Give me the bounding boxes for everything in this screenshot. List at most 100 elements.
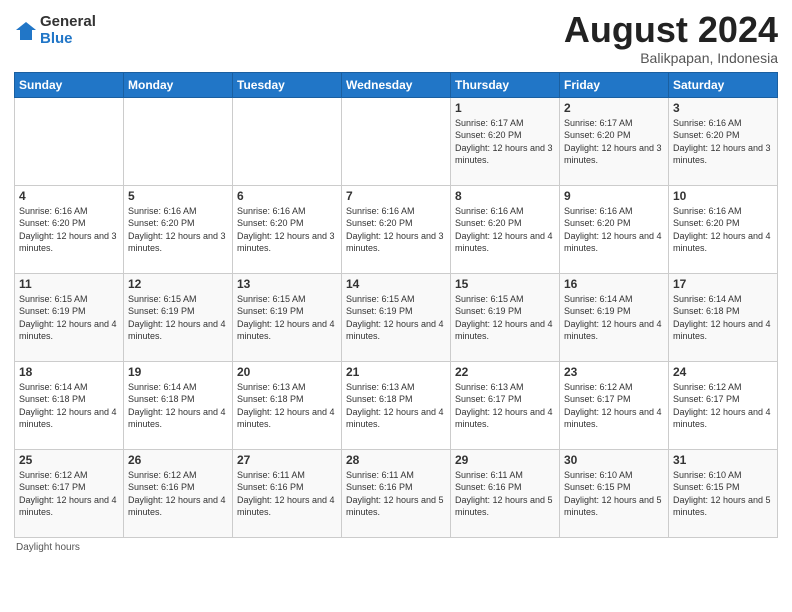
day-info: Sunrise: 6:12 AM Sunset: 6:17 PM Dayligh… xyxy=(564,381,664,431)
calendar-cell xyxy=(124,97,233,185)
calendar-cell: 9Sunrise: 6:16 AM Sunset: 6:20 PM Daylig… xyxy=(560,185,669,273)
day-number: 12 xyxy=(128,277,228,291)
calendar-week-5: 25Sunrise: 6:12 AM Sunset: 6:17 PM Dayli… xyxy=(15,449,778,537)
calendar-cell: 5 Sunrise: 6:16 AM Sunset: 6:20 PM Daylig… xyxy=(124,185,233,273)
day-info: Sunrise: 6:16 AM Sunset: 6:20 PM Dayligh… xyxy=(455,205,555,255)
calendar-cell: 17Sunrise: 6:14 AM Sunset: 6:18 PM Dayli… xyxy=(669,273,778,361)
day-number: 10 xyxy=(673,189,773,203)
calendar-cell: 25Sunrise: 6:12 AM Sunset: 6:17 PM Dayli… xyxy=(15,449,124,537)
day-info: Sunrise: 6:11 AM Sunset: 6:16 PM Dayligh… xyxy=(237,469,337,519)
calendar-header: SundayMondayTuesdayWednesdayThursdayFrid… xyxy=(15,72,778,97)
day-number: 13 xyxy=(237,277,337,291)
calendar-cell: 20 Sunrise: 6:13 AM Sunset: 6:18 PM Dayli… xyxy=(233,361,342,449)
calendar-cell: 11Sunrise: 6:15 AM Sunset: 6:19 PM Dayli… xyxy=(15,273,124,361)
calendar-cell: 16 Sunrise: 6:14 AM Sunset: 6:19 PM Dayli… xyxy=(560,273,669,361)
day-info: Sunrise: 6:17 AM Sunset: 6:20 PM Dayligh… xyxy=(564,117,664,167)
calendar-week-4: 18 Sunrise: 6:14 AM Sunset: 6:18 PM Dayli… xyxy=(15,361,778,449)
calendar-cell: 14Sunrise: 6:15 AM Sunset: 6:19 PM Dayli… xyxy=(342,273,451,361)
day-info: Sunrise: 6:16 AM Sunset: 6:20 PM Dayligh… xyxy=(346,205,446,255)
day-number: 23 xyxy=(564,365,664,379)
day-info: Sunrise: 6:11 AM Sunset: 6:16 PM Dayligh… xyxy=(455,469,555,519)
day-info: Sunrise: 6:16 AM Sunset: 6:20 PM Dayligh… xyxy=(237,205,337,255)
calendar-cell: 18 Sunrise: 6:14 AM Sunset: 6:18 PM Dayli… xyxy=(15,361,124,449)
calendar-cell xyxy=(15,97,124,185)
calendar-cell: 21Sunrise: 6:13 AM Sunset: 6:18 PM Dayli… xyxy=(342,361,451,449)
day-info: Sunrise: 6:15 AM Sunset: 6:19 PM Dayligh… xyxy=(128,293,228,343)
day-info: Sunrise: 6:12 AM Sunset: 6:17 PM Dayligh… xyxy=(673,381,773,431)
header-day-thursday: Thursday xyxy=(451,72,560,97)
day-info: Sunrise: 6:16 AM Sunset: 6:20 PM Dayligh… xyxy=(673,117,773,167)
day-number: 6 xyxy=(237,189,337,203)
header: General Blue August 2024 Balikpapan, Ind… xyxy=(14,10,778,66)
title-area: August 2024 Balikpapan, Indonesia xyxy=(564,10,778,66)
day-number: 27 xyxy=(237,453,337,467)
calendar-cell: 13 Sunrise: 6:15 AM Sunset: 6:19 PM Dayli… xyxy=(233,273,342,361)
page: General Blue August 2024 Balikpapan, Ind… xyxy=(0,0,792,612)
day-number: 19 xyxy=(128,365,228,379)
day-info: Sunrise: 6:16 AM Sunset: 6:20 PM Dayligh… xyxy=(564,205,664,255)
calendar-cell: 2 Sunrise: 6:17 AM Sunset: 6:20 PM Daylig… xyxy=(560,97,669,185)
day-number: 2 xyxy=(564,101,664,115)
day-number: 20 xyxy=(237,365,337,379)
calendar-week-2: 4 Sunrise: 6:16 AM Sunset: 6:20 PM Daylig… xyxy=(15,185,778,273)
day-number: 30 xyxy=(564,453,664,467)
header-day-saturday: Saturday xyxy=(669,72,778,97)
header-day-sunday: Sunday xyxy=(15,72,124,97)
calendar-cell: 30Sunrise: 6:10 AM Sunset: 6:15 PM Dayli… xyxy=(560,449,669,537)
day-info: Sunrise: 6:14 AM Sunset: 6:19 PM Dayligh… xyxy=(564,293,664,343)
header-day-tuesday: Tuesday xyxy=(233,72,342,97)
header-day-wednesday: Wednesday xyxy=(342,72,451,97)
day-info: Sunrise: 6:16 AM Sunset: 6:20 PM Dayligh… xyxy=(19,205,119,255)
day-number: 24 xyxy=(673,365,773,379)
day-info: Sunrise: 6:16 AM Sunset: 6:20 PM Dayligh… xyxy=(673,205,773,255)
day-info: Sunrise: 6:14 AM Sunset: 6:18 PM Dayligh… xyxy=(673,293,773,343)
calendar-cell: 3 Sunrise: 6:16 AM Sunset: 6:20 PM Daylig… xyxy=(669,97,778,185)
header-row: SundayMondayTuesdayWednesdayThursdayFrid… xyxy=(15,72,778,97)
day-number: 4 xyxy=(19,189,119,203)
day-info: Sunrise: 6:16 AM Sunset: 6:20 PM Dayligh… xyxy=(128,205,228,255)
calendar-cell: 12 Sunrise: 6:15 AM Sunset: 6:19 PM Dayli… xyxy=(124,273,233,361)
day-number: 21 xyxy=(346,365,446,379)
day-number: 25 xyxy=(19,453,119,467)
calendar-cell: 8 Sunrise: 6:16 AM Sunset: 6:20 PM Daylig… xyxy=(451,185,560,273)
header-day-monday: Monday xyxy=(124,72,233,97)
day-info: Sunrise: 6:14 AM Sunset: 6:18 PM Dayligh… xyxy=(19,381,119,431)
logo-general: General xyxy=(40,14,96,31)
day-info: Sunrise: 6:13 AM Sunset: 6:18 PM Dayligh… xyxy=(237,381,337,431)
calendar-cell: 1 Sunrise: 6:17 AM Sunset: 6:20 PM Daylig… xyxy=(451,97,560,185)
day-info: Sunrise: 6:12 AM Sunset: 6:16 PM Dayligh… xyxy=(128,469,228,519)
day-number: 14 xyxy=(346,277,446,291)
calendar-cell: 6 Sunrise: 6:16 AM Sunset: 6:20 PM Daylig… xyxy=(233,185,342,273)
day-number: 8 xyxy=(455,189,555,203)
subtitle: Balikpapan, Indonesia xyxy=(564,50,778,66)
header-day-friday: Friday xyxy=(560,72,669,97)
month-title: August 2024 xyxy=(564,10,778,50)
day-number: 16 xyxy=(564,277,664,291)
calendar-week-1: 1 Sunrise: 6:17 AM Sunset: 6:20 PM Daylig… xyxy=(15,97,778,185)
day-info: Sunrise: 6:15 AM Sunset: 6:19 PM Dayligh… xyxy=(237,293,337,343)
day-number: 26 xyxy=(128,453,228,467)
logo-icon xyxy=(14,20,36,42)
calendar: SundayMondayTuesdayWednesdayThursdayFrid… xyxy=(14,72,778,538)
day-info: Sunrise: 6:10 AM Sunset: 6:15 PM Dayligh… xyxy=(673,469,773,519)
day-number: 22 xyxy=(455,365,555,379)
calendar-cell: 7 Sunrise: 6:16 AM Sunset: 6:20 PM Daylig… xyxy=(342,185,451,273)
logo: General Blue xyxy=(14,14,96,47)
footer: Daylight hours xyxy=(14,542,778,553)
day-info: Sunrise: 6:11 AM Sunset: 6:16 PM Dayligh… xyxy=(346,469,446,519)
day-number: 5 xyxy=(128,189,228,203)
day-number: 1 xyxy=(455,101,555,115)
day-number: 31 xyxy=(673,453,773,467)
day-number: 18 xyxy=(19,365,119,379)
calendar-cell xyxy=(233,97,342,185)
day-number: 3 xyxy=(673,101,773,115)
day-number: 15 xyxy=(455,277,555,291)
day-info: Sunrise: 6:17 AM Sunset: 6:20 PM Dayligh… xyxy=(455,117,555,167)
day-info: Sunrise: 6:13 AM Sunset: 6:17 PM Dayligh… xyxy=(455,381,555,431)
calendar-body: 1 Sunrise: 6:17 AM Sunset: 6:20 PM Daylig… xyxy=(15,97,778,537)
calendar-week-3: 11Sunrise: 6:15 AM Sunset: 6:19 PM Dayli… xyxy=(15,273,778,361)
calendar-cell: 28Sunrise: 6:11 AM Sunset: 6:16 PM Dayli… xyxy=(342,449,451,537)
calendar-cell: 29Sunrise: 6:11 AM Sunset: 6:16 PM Dayli… xyxy=(451,449,560,537)
day-number: 7 xyxy=(346,189,446,203)
calendar-cell: 4 Sunrise: 6:16 AM Sunset: 6:20 PM Daylig… xyxy=(15,185,124,273)
